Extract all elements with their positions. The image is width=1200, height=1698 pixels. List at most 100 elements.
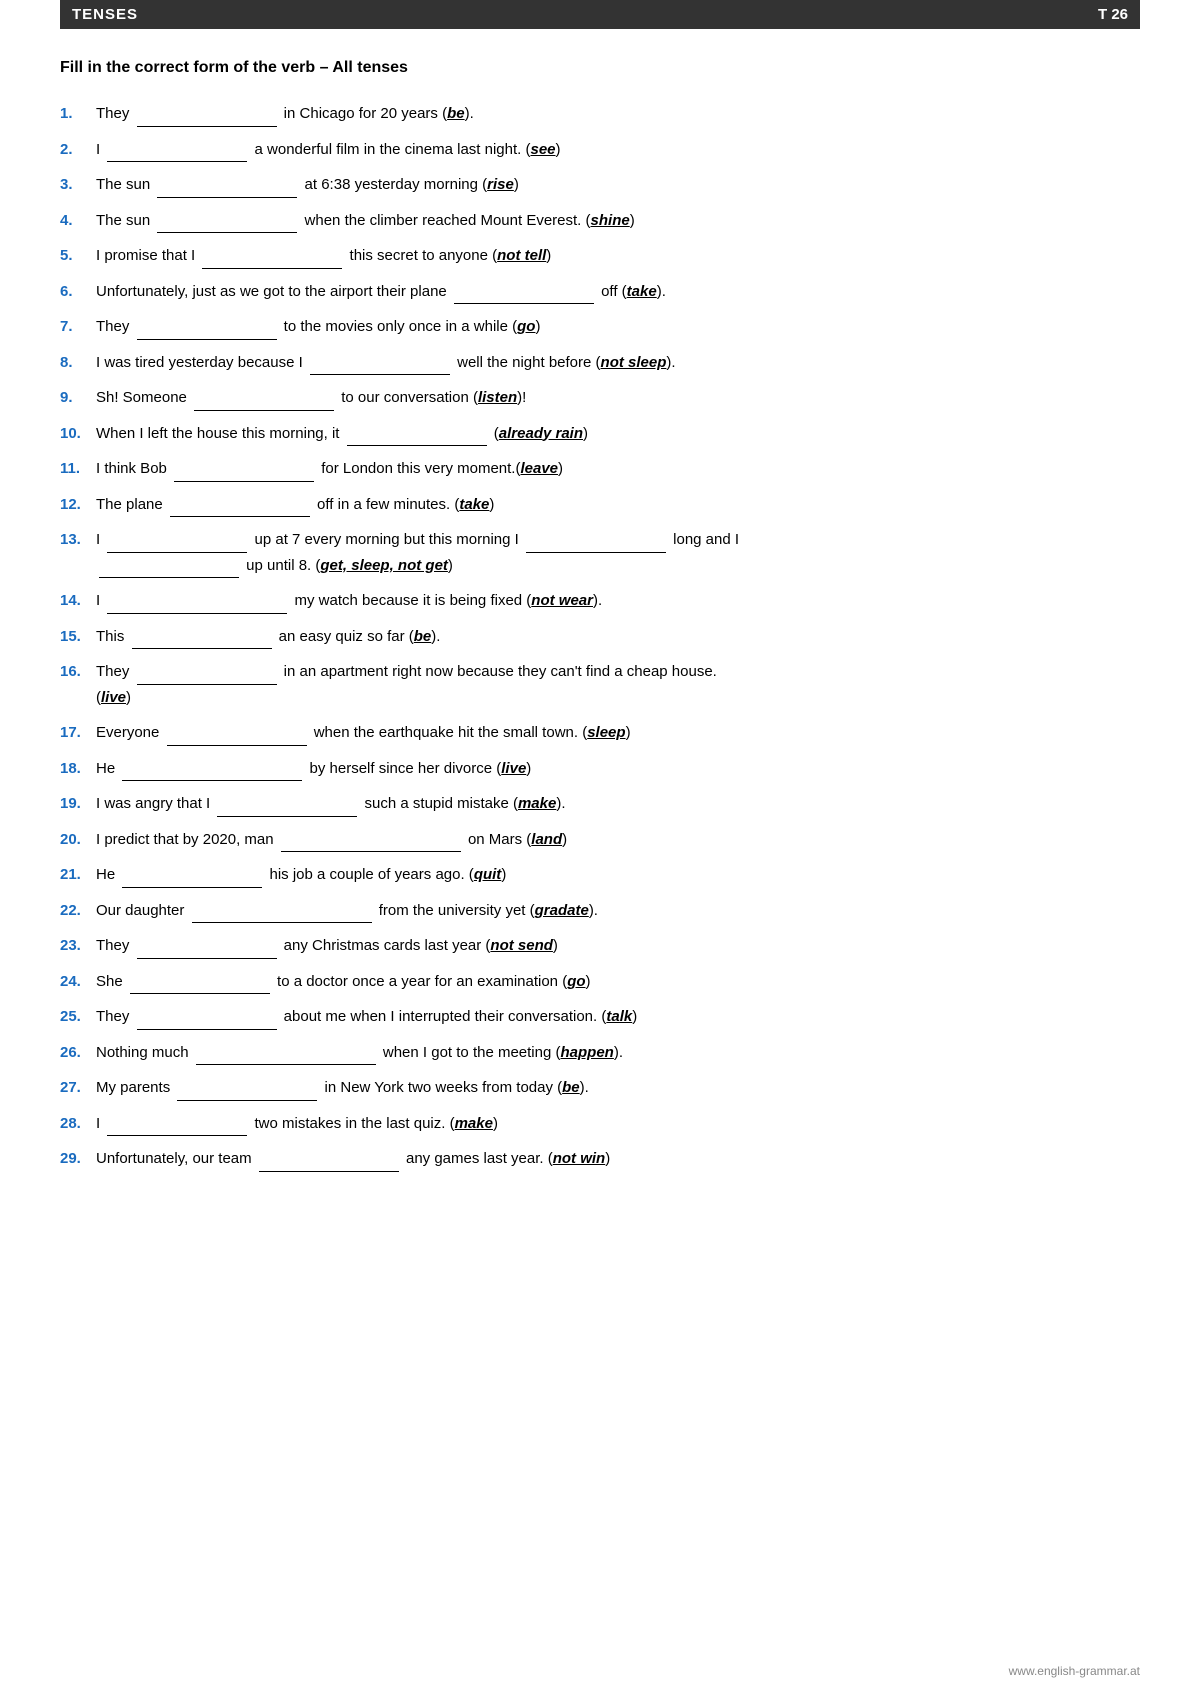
blank-28[interactable] [107,1118,247,1136]
q-text-12: The plane off in a few minutes. (take) [96,492,1140,518]
question-16: 16. They in an apartment right now becau… [60,659,1140,710]
q-text-3: The sun at 6:38 yesterday morning (rise) [96,172,1140,198]
blank-24[interactable] [130,976,270,994]
q-text-2: I a wonderful film in the cinema last ni… [96,137,1140,163]
verb-18: live [501,760,526,777]
question-17: 17. Everyone when the earthquake hit the… [60,720,1140,746]
verb-14: not wear [531,592,593,609]
blank-19[interactable] [217,799,357,817]
q-num-11: 11. [60,456,96,482]
header-bar: TENSES T 26 [60,0,1140,29]
q-num-26: 26. [60,1040,96,1066]
q-text-21: He his job a couple of years ago. (quit) [96,862,1140,888]
verb-1: be [447,105,465,122]
q-text-1: They in Chicago for 20 years (be). [96,101,1140,127]
question-20: 20. I predict that by 2020, man on Mars … [60,827,1140,853]
blank-17[interactable] [167,728,307,746]
q-num-7: 7. [60,314,96,340]
verb-9: listen [478,389,517,406]
blank-21[interactable] [122,870,262,888]
blank-18[interactable] [122,763,302,781]
q-num-6: 6. [60,279,96,305]
q-num-16: 16. [60,659,96,685]
blank-13b[interactable] [526,535,666,553]
question-23: 23. They any Christmas cards last year (… [60,933,1140,959]
verb-12: take [459,496,489,513]
q-num-5: 5. [60,243,96,269]
q-num-13: 13. [60,527,96,553]
q-text-11: I think Bob for London this very moment.… [96,456,1140,482]
q-text-24: She to a doctor once a year for an exami… [96,969,1140,995]
blank-20[interactable] [281,834,461,852]
blank-12[interactable] [170,499,310,517]
q-text-13: I up at 7 every morning but this morning… [96,527,1140,578]
question-27: 27. My parents in New York two weeks fro… [60,1075,1140,1101]
blank-22[interactable] [192,905,372,923]
question-10: 10. When I left the house this morning, … [60,421,1140,447]
blank-25[interactable] [137,1012,277,1030]
blank-14[interactable] [107,596,287,614]
blank-8[interactable] [310,357,450,375]
q-num-4: 4. [60,208,96,234]
blank-6[interactable] [454,286,594,304]
question-3: 3. The sun at 6:38 yesterday morning (ri… [60,172,1140,198]
question-5: 5. I promise that I this secret to anyon… [60,243,1140,269]
question-11: 11. I think Bob for London this very mom… [60,456,1140,482]
blank-26[interactable] [196,1047,376,1065]
header-title: TENSES [72,6,138,23]
q-num-10: 10. [60,421,96,447]
blank-9[interactable] [194,393,334,411]
question-6: 6. Unfortunately, just as we got to the … [60,279,1140,305]
question-13: 13. I up at 7 every morning but this mor… [60,527,1140,578]
verb-10: already rain [499,425,583,442]
blank-1[interactable] [137,109,277,127]
question-8: 8. I was tired yesterday because I well … [60,350,1140,376]
blank-13a[interactable] [107,535,247,553]
q-num-12: 12. [60,492,96,518]
q-num-9: 9. [60,385,96,411]
question-1: 1. They in Chicago for 20 years (be). [60,101,1140,127]
footer: www.english-grammar.at [1009,1664,1140,1678]
blank-11[interactable] [174,464,314,482]
q-text-27: My parents in New York two weeks from to… [96,1075,1140,1101]
q-num-1: 1. [60,101,96,127]
blank-16[interactable] [137,667,277,685]
q-text-29: Unfortunately, our team any games last y… [96,1146,1140,1172]
verb-7: go [517,318,535,335]
verb-28: make [455,1115,493,1132]
blank-29[interactable] [259,1154,399,1172]
q-text-5: I promise that I this secret to anyone (… [96,243,1140,269]
q-text-4: The sun when the climber reached Mount E… [96,208,1140,234]
verb-13: get, sleep, not get [320,557,448,574]
blank-13c[interactable] [99,560,239,578]
question-19: 19. I was angry that I such a stupid mis… [60,791,1140,817]
page: TENSES T 26 Fill in the correct form of … [0,0,1200,1698]
verb-6: take [627,283,657,300]
blank-2[interactable] [107,144,247,162]
q-num-3: 3. [60,172,96,198]
q-text-22: Our daughter from the university yet (gr… [96,898,1140,924]
q-text-20: I predict that by 2020, man on Mars (lan… [96,827,1140,853]
q-text-28: I two mistakes in the last quiz. (make) [96,1111,1140,1137]
question-9: 9. Sh! Someone to our conversation (list… [60,385,1140,411]
blank-10[interactable] [347,428,487,446]
q-num-18: 18. [60,756,96,782]
question-12: 12. The plane off in a few minutes. (tak… [60,492,1140,518]
verb-5: not tell [497,247,546,264]
question-7: 7. They to the movies only once in a whi… [60,314,1140,340]
q-num-2: 2. [60,137,96,163]
blank-4[interactable] [157,215,297,233]
blank-7[interactable] [137,322,277,340]
blank-15[interactable] [132,631,272,649]
blank-3[interactable] [157,180,297,198]
q-num-15: 15. [60,624,96,650]
q-text-19: I was angry that I such a stupid mistake… [96,791,1140,817]
questions-list: 1. They in Chicago for 20 years (be). 2.… [60,101,1140,1172]
question-29: 29. Unfortunately, our team any games la… [60,1146,1140,1172]
q-text-23: They any Christmas cards last year (not … [96,933,1140,959]
blank-27[interactable] [177,1083,317,1101]
blank-5[interactable] [202,251,342,269]
blank-23[interactable] [137,941,277,959]
verb-17: sleep [587,724,625,741]
q-num-20: 20. [60,827,96,853]
